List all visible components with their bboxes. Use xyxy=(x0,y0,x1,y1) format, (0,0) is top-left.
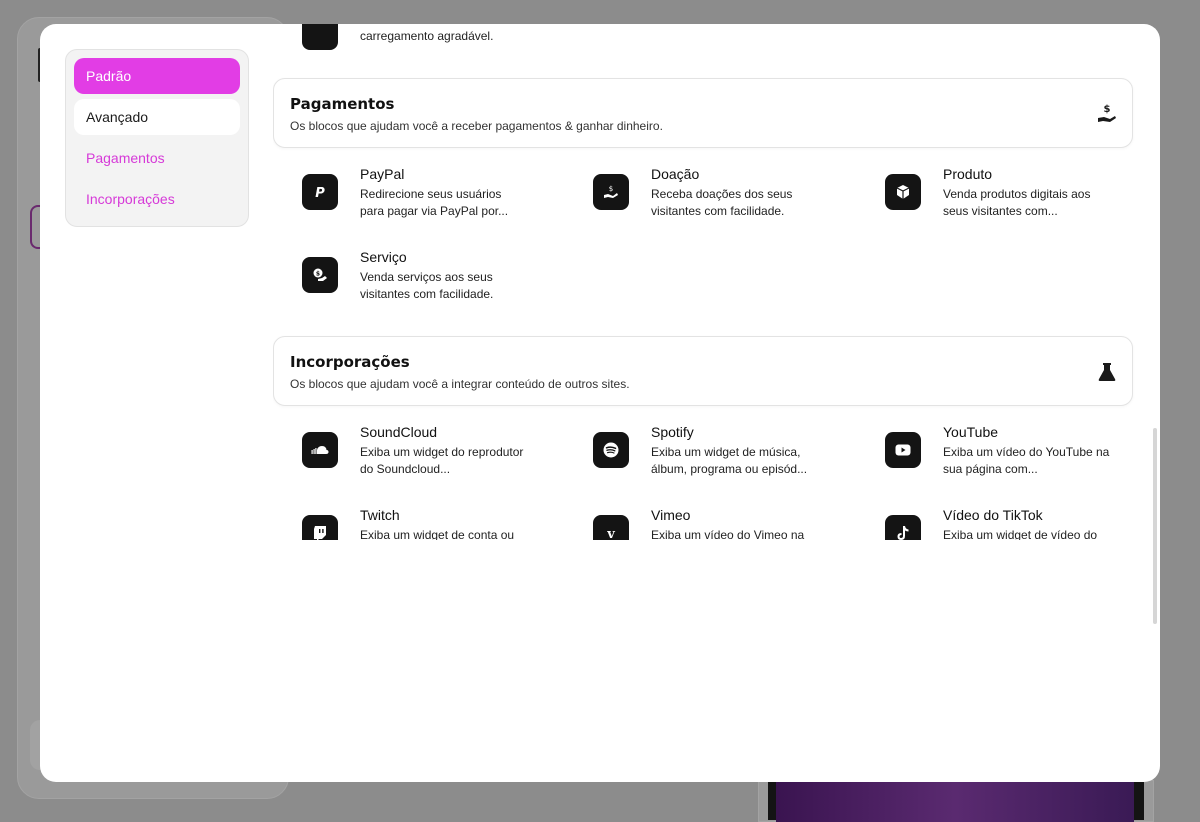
block-title: SoundCloud xyxy=(360,424,438,440)
block-description: Exiba um vídeo do YouTube na sua página … xyxy=(943,445,1110,476)
block-title: Doação xyxy=(651,166,700,182)
svg-text:$: $ xyxy=(609,185,613,193)
block-paypal[interactable]: P PayPal Redirecione seus usuários para … xyxy=(302,166,572,230)
block-title: Vídeo do TikTok xyxy=(943,507,1043,523)
block-twitch[interactable]: Twitch Exiba um widget de conta ou xyxy=(302,507,572,540)
vimeo-icon: v xyxy=(593,515,629,540)
service-icon: $ xyxy=(302,257,338,293)
svg-text:$: $ xyxy=(316,271,320,278)
section-title: Pagamentos xyxy=(290,95,395,113)
twitch-icon xyxy=(302,515,338,540)
box-icon xyxy=(885,174,921,210)
background-preview-gradient xyxy=(776,782,1134,822)
previous-block-icon xyxy=(302,24,338,50)
section-description: Os blocos que ajudam você a integrar con… xyxy=(290,377,630,391)
svg-text:v: v xyxy=(606,527,615,540)
tiktok-icon xyxy=(885,515,921,540)
scrollbar-thumb[interactable] xyxy=(1153,428,1157,624)
soundcloud-icon xyxy=(302,432,338,468)
paypal-icon: P xyxy=(302,174,338,210)
block-description: Redirecione seus usuários para pagar via… xyxy=(360,187,509,218)
block-servico[interactable]: $ Serviço Venda serviços aos seus visita… xyxy=(302,249,572,313)
block-title: PayPal xyxy=(360,166,405,182)
block-tiktok[interactable]: Vídeo do TikTok Exiba um widget de vídeo… xyxy=(885,507,1135,540)
block-title: YouTube xyxy=(943,424,999,440)
block-title: Twitch xyxy=(360,507,400,523)
block-produto[interactable]: Produto Venda produtos digitais aos seus… xyxy=(885,166,1135,230)
sidebar-item-avancado[interactable]: Avançado xyxy=(74,99,240,135)
block-description: Exiba um vídeo do Vimeo na xyxy=(651,528,805,540)
section-description: Os blocos que ajudam você a receber paga… xyxy=(290,119,663,133)
block-vimeo[interactable]: v Vimeo Exiba um vídeo do Vimeo na xyxy=(593,507,863,540)
block-description: Exiba um widget de conta ou xyxy=(360,528,515,540)
add-block-modal: Padrão Avançado Pagamentos Incorporações… xyxy=(40,24,1160,782)
block-title: Vimeo xyxy=(651,507,691,523)
block-description: Receba doações dos seus visitantes com f… xyxy=(651,187,793,218)
block-description: Exiba um widget de vídeo do xyxy=(943,528,1098,540)
block-description: Venda serviços aos seus visitantes com f… xyxy=(360,270,494,301)
section-header-incorporacoes: Incorporações Os blocos que ajudam você … xyxy=(273,336,1133,406)
previous-block-description: carregamento agradável. xyxy=(360,29,494,43)
spotify-icon xyxy=(593,432,629,468)
block-title: Serviço xyxy=(360,249,407,265)
flask-icon xyxy=(1096,361,1118,383)
sidebar-item-padrao[interactable]: Padrão xyxy=(74,58,240,94)
svg-text:$: $ xyxy=(1104,104,1111,115)
sidebar-item-incorporacoes[interactable]: Incorporações xyxy=(74,181,240,217)
svg-text:P: P xyxy=(315,186,325,199)
block-title: Produto xyxy=(943,166,993,182)
hand-money-icon: $ xyxy=(1096,103,1118,125)
category-sidebar: Padrão Avançado Pagamentos Incorporações xyxy=(65,49,249,227)
block-doacao[interactable]: $ Doação Receba doações dos seus visitan… xyxy=(593,166,863,230)
block-description: Venda produtos digitais aos seus visitan… xyxy=(943,187,1091,218)
section-title: Incorporações xyxy=(290,353,410,371)
block-description: Exiba um widget do reprodutor do Soundcl… xyxy=(360,445,524,476)
youtube-icon xyxy=(885,432,921,468)
block-title: Spotify xyxy=(651,424,694,440)
block-spotify[interactable]: Spotify Exiba um widget de música, álbum… xyxy=(593,424,863,488)
sidebar-item-pagamentos[interactable]: Pagamentos xyxy=(74,140,240,176)
donation-icon: $ xyxy=(593,174,629,210)
block-soundcloud[interactable]: SoundCloud Exiba um widget do reprodutor… xyxy=(302,424,572,488)
block-youtube[interactable]: YouTube Exiba um vídeo do YouTube na sua… xyxy=(885,424,1135,488)
blocks-list: carregamento agradável. Pagamentos Os bl… xyxy=(273,24,1135,540)
section-header-pagamentos: Pagamentos Os blocos que ajudam você a r… xyxy=(273,78,1133,148)
block-description: Exiba um widget de música, álbum, progra… xyxy=(651,445,808,476)
